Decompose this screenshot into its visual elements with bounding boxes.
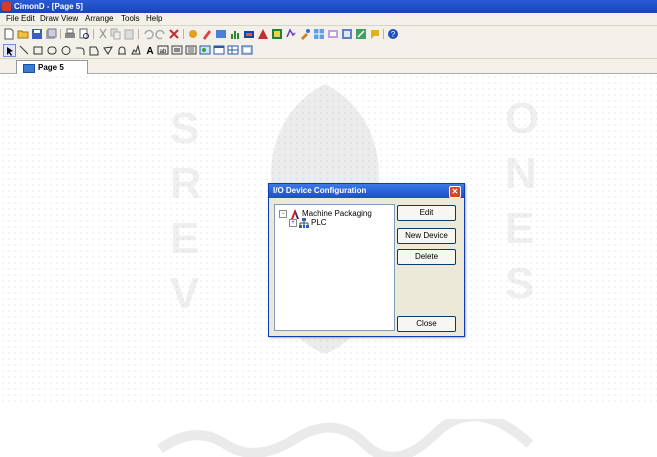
undo-icon[interactable] bbox=[142, 28, 154, 40]
svg-text:ab: ab bbox=[160, 49, 167, 55]
copy-icon[interactable] bbox=[110, 28, 122, 40]
tab-page-5[interactable]: Page 5 bbox=[16, 60, 88, 74]
tab-label: Page 5 bbox=[38, 63, 64, 72]
text-icon[interactable]: A bbox=[144, 44, 156, 56]
tree-node-label: PLC bbox=[311, 218, 327, 227]
watermark-letter: E bbox=[505, 204, 535, 253]
edit-button[interactable]: Edit bbox=[397, 205, 456, 221]
menu-bar: File Edit Draw View Arrange Tools Help bbox=[0, 13, 657, 26]
toolbar-separator bbox=[183, 29, 184, 39]
save-icon[interactable] bbox=[31, 28, 43, 40]
menu-help[interactable]: Help bbox=[146, 13, 162, 25]
toolbar-separator bbox=[138, 29, 139, 39]
watermark-letter: E bbox=[170, 214, 200, 263]
dialog-title: I/O Device Configuration bbox=[273, 186, 367, 195]
tag-icon[interactable] bbox=[187, 28, 199, 40]
button-icon[interactable] bbox=[185, 44, 197, 56]
delete-icon[interactable] bbox=[168, 28, 180, 40]
screen-icon[interactable] bbox=[215, 28, 227, 40]
menu-file[interactable]: File bbox=[6, 13, 19, 25]
draw-icon[interactable] bbox=[201, 28, 213, 40]
menu-draw[interactable]: Draw bbox=[40, 13, 59, 25]
print-preview-icon[interactable] bbox=[78, 28, 90, 40]
cut-icon[interactable] bbox=[97, 28, 109, 40]
menu-tools[interactable]: Tools bbox=[121, 13, 140, 25]
toolbar-separator bbox=[93, 29, 94, 39]
app-icon bbox=[2, 2, 11, 11]
table-tool-icon[interactable] bbox=[227, 44, 239, 56]
polyline-icon[interactable] bbox=[102, 44, 114, 56]
arc-icon[interactable] bbox=[74, 44, 86, 56]
app-title-bar: CimonD - [Page 5] bbox=[0, 0, 657, 13]
script-icon[interactable] bbox=[285, 28, 297, 40]
table-icon[interactable] bbox=[327, 28, 339, 40]
new-device-button[interactable]: New Device bbox=[397, 228, 456, 244]
panel-icon[interactable] bbox=[213, 44, 225, 56]
watermark-letter: S bbox=[505, 259, 535, 308]
menu-view[interactable]: View bbox=[61, 13, 78, 25]
toolbar-separator bbox=[60, 29, 61, 39]
select-icon[interactable] bbox=[3, 44, 16, 57]
redo-icon[interactable] bbox=[155, 28, 167, 40]
delete-button[interactable]: Delete bbox=[397, 249, 456, 265]
menu-edit[interactable]: Edit bbox=[21, 13, 35, 25]
bezier-icon[interactable] bbox=[116, 44, 128, 56]
rectangle-icon[interactable] bbox=[32, 44, 44, 56]
svg-text:A: A bbox=[146, 46, 153, 56]
save-all-icon[interactable] bbox=[45, 28, 57, 40]
text-box-icon[interactable]: ab bbox=[157, 44, 169, 56]
close-button[interactable]: Close bbox=[397, 316, 456, 332]
watermark-letter: V bbox=[170, 269, 200, 318]
watermark-letter: R bbox=[170, 159, 202, 208]
drawing-toolbar: A ab bbox=[0, 42, 657, 59]
data-icon[interactable] bbox=[271, 28, 283, 40]
tree-node-plc[interactable]: + PLC bbox=[289, 218, 389, 228]
device-icon[interactable] bbox=[243, 28, 255, 40]
device-tree[interactable]: − Machine Packaging + PLC bbox=[274, 204, 395, 331]
spline-icon[interactable] bbox=[130, 44, 142, 56]
watermark-letter: N bbox=[505, 149, 537, 198]
page-icon bbox=[23, 64, 35, 73]
frame-icon[interactable] bbox=[241, 44, 253, 56]
image-icon[interactable] bbox=[199, 44, 211, 56]
standard-toolbar: ? bbox=[0, 26, 657, 42]
chart-icon[interactable] bbox=[229, 28, 241, 40]
print-icon[interactable] bbox=[64, 28, 76, 40]
diagram-icon[interactable] bbox=[355, 28, 367, 40]
collapse-icon[interactable]: − bbox=[279, 210, 287, 218]
menu-arrange[interactable]: Arrange bbox=[85, 13, 113, 25]
open-icon[interactable] bbox=[17, 28, 29, 40]
grid-icon[interactable] bbox=[313, 28, 325, 40]
watermark-letter: S bbox=[170, 104, 200, 153]
polygon-icon[interactable] bbox=[88, 44, 100, 56]
new-icon[interactable] bbox=[3, 28, 15, 40]
toolbar-separator bbox=[383, 29, 384, 39]
circle-icon[interactable] bbox=[60, 44, 72, 56]
dialog-close-icon[interactable]: ✕ bbox=[449, 186, 461, 198]
line-icon[interactable] bbox=[18, 44, 30, 56]
bitmap-icon[interactable] bbox=[171, 44, 183, 56]
help-icon[interactable]: ? bbox=[387, 28, 399, 40]
alarm-icon[interactable] bbox=[257, 28, 269, 40]
comm-icon[interactable] bbox=[369, 28, 381, 40]
page-tab-bar: Page 5 bbox=[0, 59, 657, 74]
window-title: CimonD - [Page 5] bbox=[14, 2, 83, 11]
io-device-config-dialog: I/O Device Configuration ✕ − Machine Pac… bbox=[268, 183, 465, 337]
ellipse-icon[interactable] bbox=[46, 44, 58, 56]
expand-icon[interactable]: + bbox=[289, 219, 297, 227]
zoom-icon[interactable] bbox=[341, 28, 353, 40]
watermark-letter: O bbox=[505, 94, 540, 143]
dialog-title-bar[interactable]: I/O Device Configuration ✕ bbox=[269, 184, 464, 198]
network-icon bbox=[299, 218, 309, 228]
watermark-script bbox=[157, 419, 534, 457]
paste-icon[interactable] bbox=[123, 28, 135, 40]
tool-icon[interactable] bbox=[299, 28, 311, 40]
svg-text:?: ? bbox=[391, 30, 396, 39]
